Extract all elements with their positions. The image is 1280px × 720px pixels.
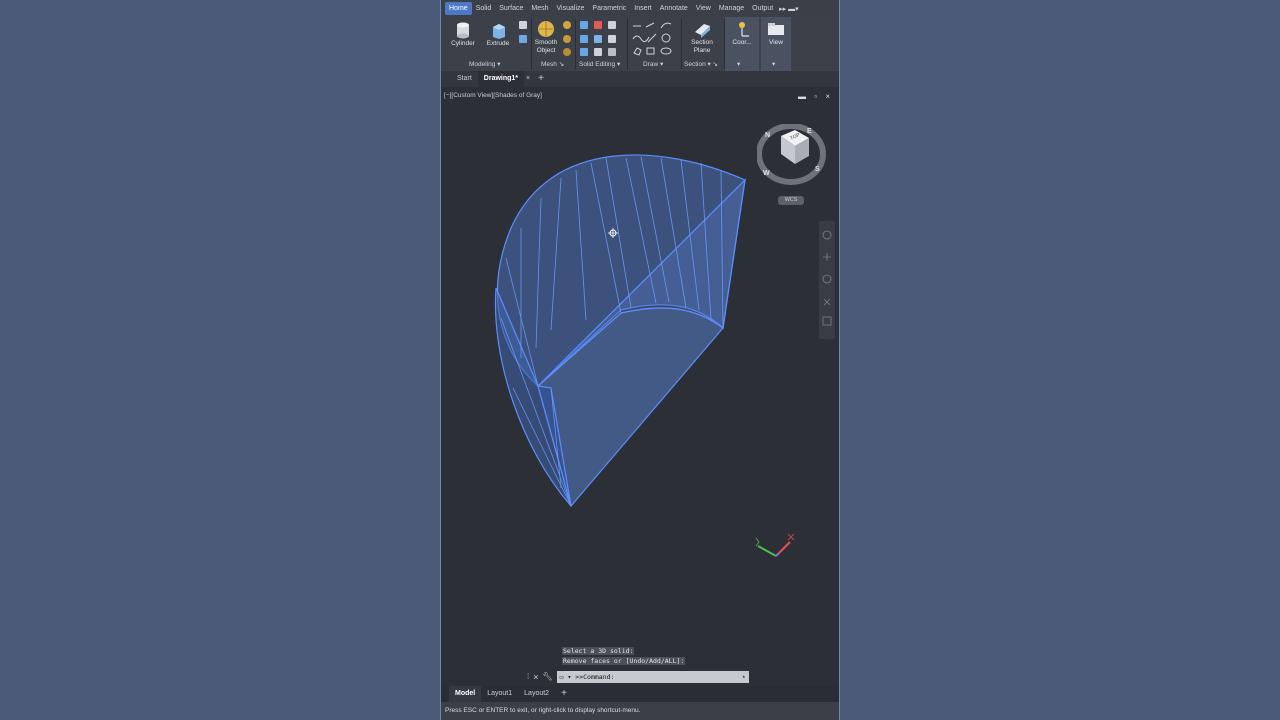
viewcube-north[interactable]: N [765,132,770,139]
new-tab-button[interactable]: + [532,71,550,87]
navigation-bar[interactable] [819,221,835,339]
tab-mesh[interactable]: Mesh [527,2,552,15]
smooth-object-icon [538,21,554,37]
panel-divider [575,19,576,69]
command-prompt: ▭ ▾ >>Command: [559,672,615,681]
command-line: ⁞ × 🔧︎ ▭ ▾ >>Command: ▴ [527,670,749,683]
navigation-bar-icons [822,230,832,326]
solid-editing-panel-label[interactable]: Solid Editing ▾ [579,60,620,68]
smooth-object-button[interactable]: Smooth Object [533,20,559,55]
presspull-icon[interactable] [519,35,527,43]
draw-panel-label[interactable]: Draw ▾ [643,60,663,68]
tab-visualize[interactable]: Visualize [553,2,589,15]
extrude-label: Extrude [486,40,510,47]
modeling-panel-label[interactable]: Modeling ▾ [469,60,500,68]
section-plane-line2: Plane [693,47,711,54]
mesh-primitive-icon[interactable] [563,21,571,29]
tab-manage[interactable]: Manage [715,2,748,15]
command-history: Select a 3D solid: Remove faces or [Undo… [562,647,686,667]
tab-surface[interactable]: Surface [495,2,527,15]
command-history-line: Remove faces or [Undo/Add/ALL]: [562,657,686,665]
slice-icon[interactable] [608,21,616,29]
tab-parametric[interactable]: Parametric [588,2,630,15]
more-tabs-icon[interactable]: ▸▸ ▬▾ [779,5,799,13]
ucs-axis-icon [755,533,795,557]
view-expand[interactable]: ▾ [772,60,775,68]
view-icon [768,23,784,35]
command-input[interactable]: ▭ ▾ >>Command: ▴ [556,670,749,683]
tab-home[interactable]: Home [445,2,472,15]
add-layout-button[interactable]: + [555,686,573,702]
drawing-viewport[interactable]: [−][Custom View][Shades of Gray] ▬ ▫ × T… [441,88,839,686]
viewcube-east[interactable]: E [807,128,812,135]
viewcube[interactable]: TOP N S E W [756,123,827,194]
document-tab-bar: Start Drawing1* × + [441,71,839,87]
coordinates-label: Coor... [732,39,752,46]
panel-divider [681,19,682,69]
customize-wrench-icon[interactable]: 🔧︎ [543,672,553,681]
draw-tools-icon[interactable] [631,20,681,58]
tab-solid[interactable]: Solid [472,2,496,15]
tab-layout2[interactable]: Layout2 [518,686,555,702]
offset-edge-icon[interactable] [594,48,602,56]
box-icon[interactable] [519,21,527,29]
tab-drawing1[interactable]: Drawing1* [477,71,525,87]
union-icon[interactable] [580,21,588,29]
coordinates-button[interactable]: Coor... [727,20,757,47]
smooth-label-line1: Smooth [534,39,558,46]
close-command-icon[interactable]: × [533,672,538,682]
autocad-window: Home Solid Surface Mesh Visualize Parame… [440,0,840,720]
close-tab-icon[interactable]: × [524,71,532,87]
panel-divider [627,19,628,69]
command-history-line: Select a 3D solid: [562,647,635,655]
tab-output[interactable]: Output [748,2,777,15]
mesh-refine-icon[interactable] [563,35,571,43]
section-plane-button[interactable]: Section Plane [687,20,717,55]
panel-divider [531,19,532,69]
wcs-menu[interactable]: WCS [778,196,804,205]
shell-icon[interactable] [608,35,616,43]
layout-tab-bar: Model Layout1 Layout2 + [441,686,839,702]
tab-model[interactable]: Model [449,686,482,702]
cylinder-icon [457,22,469,39]
subtract-icon[interactable] [594,21,602,29]
mesh-panel-label[interactable]: Mesh ↘ [541,60,564,68]
tab-start[interactable]: Start [451,71,478,87]
ribbon-tab-bar: Home Solid Surface Mesh Visualize Parame… [441,0,839,17]
view-button[interactable]: View [761,20,791,47]
cylinder-label: Cylinder [451,40,475,47]
interfere-icon[interactable] [580,48,588,56]
viewcube-south[interactable]: S [815,166,820,173]
tab-layout1[interactable]: Layout1 [481,686,518,702]
extrude-button[interactable]: Extrude [483,21,513,48]
section-plane-line1: Section [691,39,713,46]
command-grip-icon[interactable]: ⁞ [527,672,529,681]
tab-insert[interactable]: Insert [630,2,656,15]
ucs-icon [739,22,749,37]
separate-icon[interactable] [608,48,616,56]
tab-view[interactable]: View [692,2,715,15]
status-bar: Press ESC or ENTER to exit, or right-cli… [441,702,839,720]
imprint-icon[interactable] [594,35,602,43]
section-panel-label[interactable]: Section ▾ ↘ [684,60,718,68]
tab-annotate[interactable]: Annotate [656,2,692,15]
command-history-dropdown-icon[interactable]: ▴ [742,671,746,683]
view-label: View [769,39,783,46]
coordinates-expand[interactable]: ▾ [737,60,740,68]
ribbon-panel: Cylinder Extrude Modeling ▾ Smooth Objec… [441,17,839,72]
section-plane-icon [695,24,710,38]
smooth-label-line2: Object [536,47,556,54]
viewcube-west[interactable]: W [763,170,770,177]
extract-edges-icon[interactable] [580,35,588,43]
extrude-icon [493,24,505,39]
cylinder-button[interactable]: Cylinder [449,21,477,48]
mesh-crease-icon[interactable] [563,48,571,56]
